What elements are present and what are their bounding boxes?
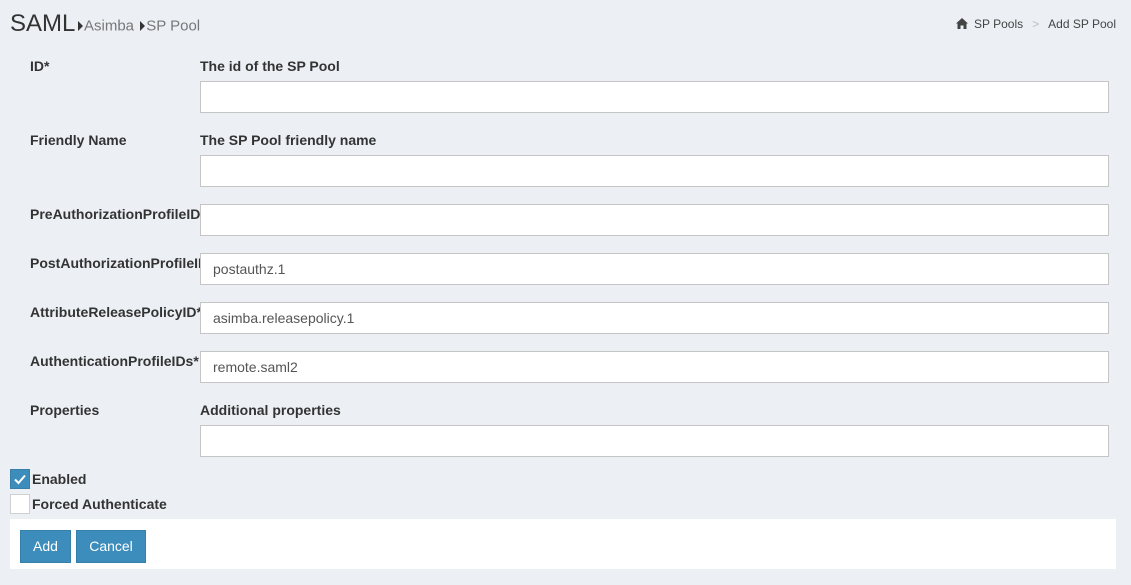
field-properties: Properties Additional properties — [30, 402, 1111, 462]
page-title: SAML — [10, 10, 76, 37]
enabled-label: Enabled — [32, 471, 87, 487]
breadcrumb-add-sp-pool: Add SP Pool — [1048, 17, 1116, 31]
post-authorization-profile-input[interactable]: postauthz.1 — [200, 253, 1109, 285]
friendly-name-input[interactable] — [200, 155, 1109, 187]
field-pre-authorization-profile: PreAuthorizationProfileID — [30, 204, 1111, 240]
forced-authenticate-checkbox[interactable] — [10, 494, 30, 514]
field-attribute-release-policy: AttributeReleasePolicyID* asimba.release… — [30, 302, 1111, 338]
forced-authenticate-label: Forced Authenticate — [32, 496, 167, 512]
check-icon — [14, 474, 26, 485]
caret-right-icon — [140, 21, 146, 32]
form-footer: Add Cancel — [10, 519, 1116, 569]
field-authentication-profiles: AuthenticationProfileIDs* remote.saml2 — [30, 351, 1111, 387]
forced-authenticate-checkbox-row[interactable]: Forced Authenticate — [10, 494, 167, 514]
field-label: Friendly Name — [30, 132, 127, 148]
field-label: AuthenticationProfileIDs* — [30, 353, 199, 369]
id-input[interactable] — [200, 81, 1109, 113]
field-post-authorization-profile: PostAuthorizationProfileID postauthz.1 — [30, 253, 1111, 289]
field-id: ID* The id of the SP Pool — [30, 58, 1111, 118]
properties-input[interactable] — [200, 425, 1109, 457]
field-label: Properties — [30, 402, 100, 418]
field-label: ID* — [30, 58, 50, 74]
field-description: The SP Pool friendly name — [200, 132, 377, 148]
authentication-profiles-input[interactable]: remote.saml2 — [200, 351, 1109, 383]
field-label: PreAuthorizationProfileID — [30, 206, 200, 222]
home-icon[interactable] — [956, 18, 968, 32]
field-label: PostAuthorizationProfileID — [30, 255, 200, 271]
field-description: The id of the SP Pool — [200, 58, 340, 74]
enabled-checkbox[interactable] — [10, 469, 30, 489]
field-description: Additional properties — [200, 402, 341, 418]
field-friendly-name: Friendly Name The SP Pool friendly name — [30, 132, 1111, 192]
attribute-release-policy-input[interactable]: asimba.releasepolicy.1 — [200, 302, 1109, 334]
sub-crumb-sp-pool: SP Pool — [146, 17, 201, 35]
caret-right-icon — [78, 21, 83, 32]
breadcrumb-sp-pools[interactable]: SP Pools — [974, 17, 1023, 31]
cancel-button[interactable]: Cancel — [76, 530, 146, 563]
content-header: SAML Asimba SP Pool SP Pools > Add SP Pool — [10, 10, 1121, 40]
breadcrumb-separator: > — [1032, 17, 1040, 31]
sub-crumbs: Asimba SP Pool — [76, 17, 200, 35]
pre-authorization-profile-input[interactable] — [200, 204, 1109, 236]
breadcrumb: SP Pools > Add SP Pool — [956, 17, 1116, 32]
field-label: AttributeReleasePolicyID* — [30, 304, 200, 320]
enabled-checkbox-row[interactable]: Enabled — [10, 469, 86, 489]
add-button[interactable]: Add — [20, 530, 71, 563]
sub-crumb-asimba: Asimba — [84, 17, 135, 35]
